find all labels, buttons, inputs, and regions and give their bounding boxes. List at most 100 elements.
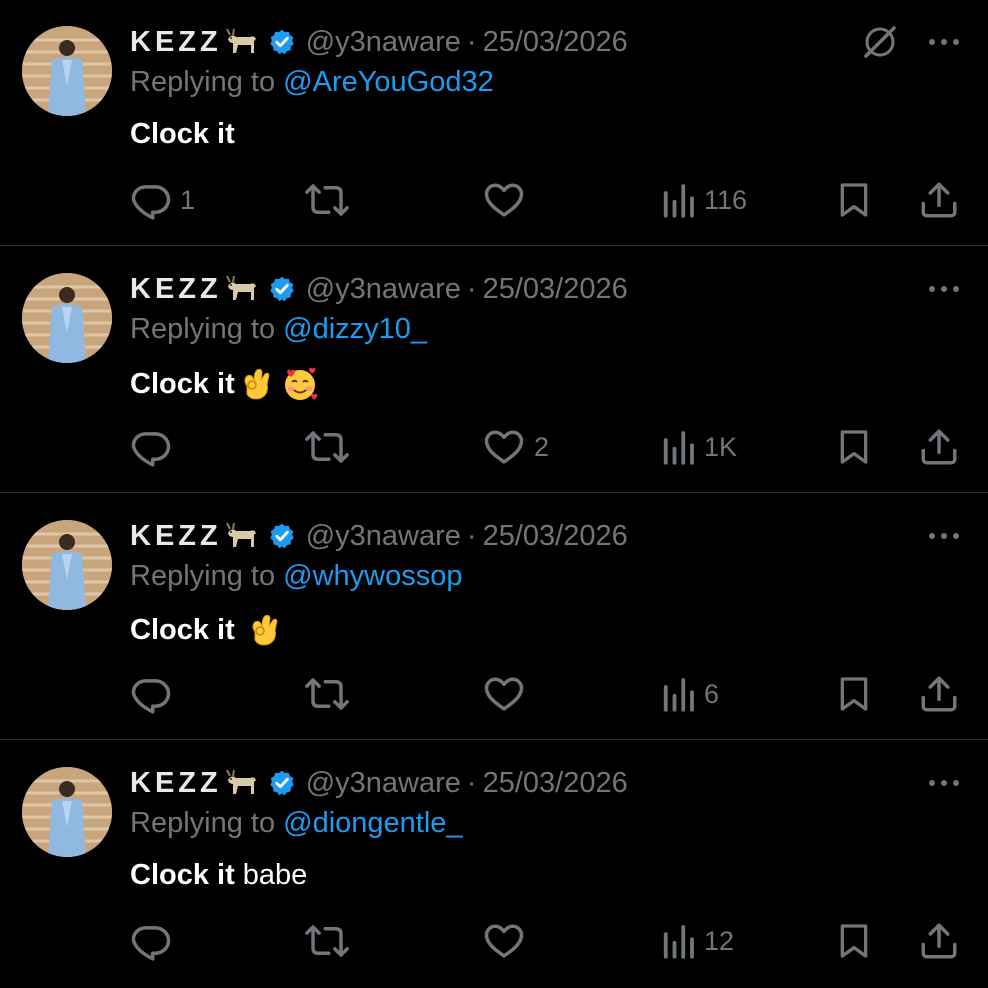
retweet-button[interactable] (304, 174, 358, 226)
tweet[interactable]: KEZZ @y3naware · 25/03/2026 Replying to … (0, 741, 988, 987)
author-name[interactable]: KEZZ (130, 767, 222, 800)
views-button[interactable]: 12 (660, 915, 734, 967)
like-button[interactable] (482, 668, 534, 720)
separator-dot: · (466, 25, 477, 58)
retweet-icon (304, 673, 350, 715)
tweet[interactable]: KEZZ @y3naware · 25/03/2026 Replying to … (0, 247, 988, 493)
share-button[interactable] (918, 174, 960, 226)
more-options-icon[interactable] (926, 769, 962, 797)
views-icon (660, 920, 696, 962)
like-button[interactable] (482, 174, 534, 226)
replying-mention[interactable]: @AreYouGod32 (283, 66, 494, 98)
grok-icon[interactable] (860, 22, 900, 62)
share-icon (918, 673, 960, 715)
avatar[interactable] (22, 26, 112, 116)
author-handle[interactable]: @y3naware (306, 26, 461, 59)
views-icon (660, 179, 696, 221)
more-options-icon[interactable] (926, 275, 962, 303)
bookmark-button[interactable] (834, 421, 874, 473)
tweet-header: KEZZ @y3naware · 25/03/2026 (130, 22, 628, 62)
bookmark-icon (834, 920, 874, 962)
tweet-text: Clock it (130, 118, 235, 151)
verified-badge-icon[interactable] (268, 28, 296, 56)
replying-to: Replying to @AreYouGod32 (130, 66, 494, 99)
view-count: 116 (704, 184, 748, 215)
views-button[interactable]: 6 (660, 668, 719, 720)
author-handle[interactable]: @y3naware (306, 273, 461, 306)
reply-count: 1 (180, 184, 196, 215)
reply-icon (130, 426, 172, 468)
replying-mention[interactable]: @dizzy10_ (283, 313, 427, 345)
avatar[interactable] (22, 520, 112, 610)
like-count: 2 (534, 431, 550, 462)
bookmark-icon (834, 426, 874, 468)
divider (0, 492, 988, 493)
share-button[interactable] (918, 421, 960, 473)
reply-icon (130, 179, 172, 221)
action-bar: 6 (0, 668, 988, 720)
bookmark-button[interactable] (834, 174, 874, 226)
avatar[interactable] (22, 767, 112, 857)
retweet-button[interactable] (304, 668, 358, 720)
tweet-date[interactable]: 25/03/2026 (483, 767, 628, 800)
divider (0, 739, 988, 740)
tweet-date[interactable]: 25/03/2026 (483, 26, 628, 59)
replying-mention[interactable]: @whywossop (283, 560, 462, 592)
reply-button[interactable] (130, 421, 180, 473)
reply-button[interactable] (130, 668, 180, 720)
share-icon (918, 426, 960, 468)
author-name[interactable]: KEZZ (130, 26, 222, 59)
tweet-text-bold: Clock it (130, 613, 235, 646)
replying-prefix: Replying to (130, 807, 284, 839)
divider (0, 245, 988, 246)
author-handle[interactable]: @y3naware (306, 520, 461, 553)
views-button[interactable]: 116 (660, 174, 747, 226)
goat-emoji (224, 768, 260, 798)
replying-to: Replying to @whywossop (130, 560, 463, 593)
verified-badge-icon[interactable] (268, 769, 296, 797)
share-button[interactable] (918, 668, 960, 720)
reply-feed: KEZZ @y3naware · 25/03/2026 Replying to … (0, 0, 988, 988)
author-name[interactable]: KEZZ (130, 520, 222, 553)
bookmark-icon (834, 179, 874, 221)
replying-prefix: Replying to (130, 560, 284, 592)
replying-mention[interactable]: @diongentle_ (283, 807, 462, 839)
reply-button[interactable] (130, 915, 180, 967)
goat-emoji (224, 521, 260, 551)
avatar[interactable] (22, 273, 112, 363)
bookmark-button[interactable] (834, 915, 874, 967)
bookmark-button[interactable] (834, 668, 874, 720)
like-icon (482, 179, 526, 221)
retweet-button[interactable] (304, 915, 358, 967)
views-button[interactable]: 1K (660, 421, 737, 473)
replying-to: Replying to @dizzy10_ (130, 313, 427, 346)
tweet-date[interactable]: 25/03/2026 (483, 520, 628, 553)
separator-dot: · (466, 766, 477, 799)
view-count: 6 (704, 678, 720, 709)
reply-button[interactable]: 1 (130, 174, 195, 226)
like-button[interactable] (482, 915, 534, 967)
like-icon (482, 673, 526, 715)
action-bar: 2 1K (0, 421, 988, 473)
more-options-icon[interactable] (926, 522, 962, 550)
like-button[interactable]: 2 (482, 421, 549, 473)
action-bar: 1 116 (0, 174, 988, 226)
tweet[interactable]: KEZZ @y3naware · 25/03/2026 Replying to … (0, 0, 988, 246)
goat-emoji (224, 274, 260, 304)
ok-hand-emoji (239, 366, 273, 402)
tweet-date[interactable]: 25/03/2026 (483, 273, 628, 306)
goat-emoji (224, 27, 260, 57)
view-count: 12 (704, 925, 735, 956)
tweet[interactable]: KEZZ @y3naware · 25/03/2026 Replying to … (0, 494, 988, 740)
views-icon (660, 673, 696, 715)
verified-badge-icon[interactable] (268, 275, 296, 303)
tweet-text-bold: Clock it (130, 859, 235, 891)
author-handle[interactable]: @y3naware (306, 767, 461, 800)
verified-badge-icon[interactable] (268, 522, 296, 550)
author-name[interactable]: KEZZ (130, 273, 222, 306)
retweet-button[interactable] (304, 421, 358, 473)
more-options-icon[interactable] (926, 28, 962, 56)
share-button[interactable] (918, 915, 960, 967)
tweet-text-bold: Clock it (130, 367, 235, 400)
tweet-header: KEZZ @y3naware · 25/03/2026 (130, 269, 628, 309)
